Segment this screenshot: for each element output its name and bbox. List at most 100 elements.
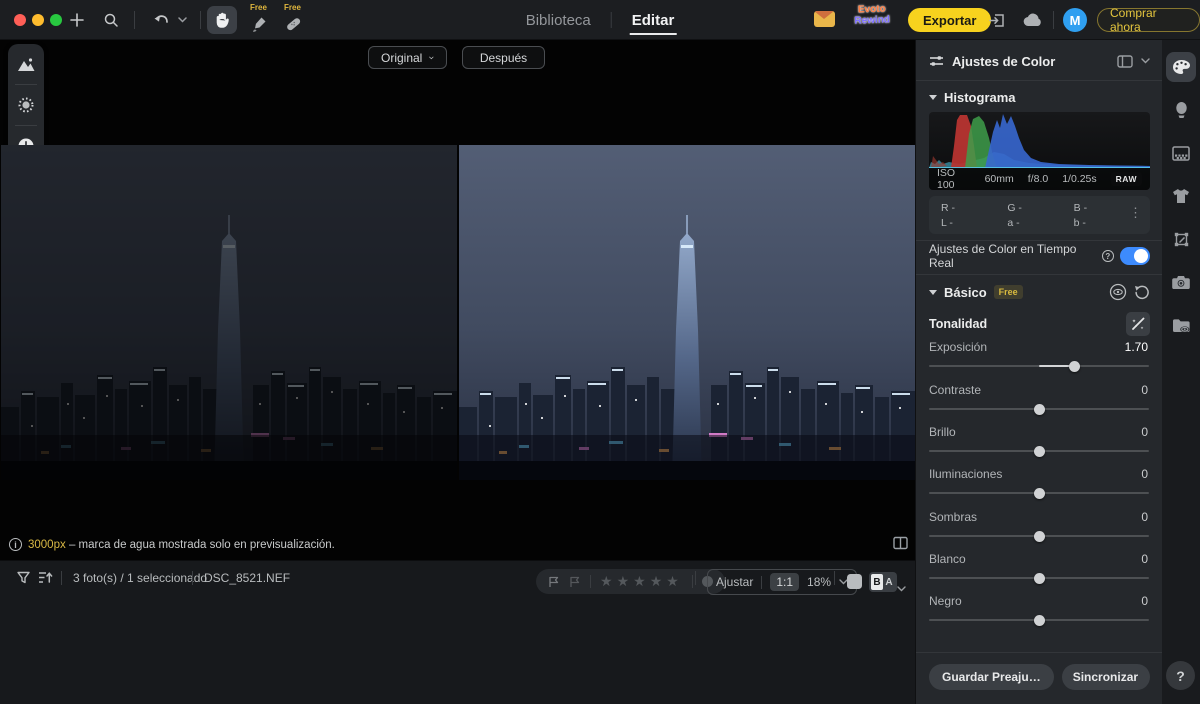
slider-track[interactable]	[929, 361, 1149, 371]
slider-track[interactable]	[929, 531, 1149, 541]
rail-crop-panel[interactable]	[1166, 224, 1196, 254]
collapse-triangle-icon	[929, 95, 937, 100]
filter-button[interactable]	[17, 571, 30, 589]
auto-tone-button[interactable]	[1126, 312, 1150, 336]
rail-portrait-panel[interactable]	[1166, 95, 1196, 125]
slider-track[interactable]	[929, 488, 1149, 498]
healing-tool-button[interactable]	[278, 10, 308, 38]
before-after-toggle[interactable]: B A	[869, 572, 897, 592]
zoom-level[interactable]: 18%	[807, 575, 831, 589]
flag-pick-icon[interactable]	[548, 576, 560, 588]
filmstrip: 3 foto(s) / 1 seleccionado DSC_8521.NEF …	[0, 560, 915, 704]
save-preset-button[interactable]: Guardar Preaju…	[929, 664, 1054, 690]
image-before[interactable]	[1, 145, 457, 480]
rail-clothing-panel[interactable]	[1166, 181, 1196, 211]
brush-icon	[252, 16, 267, 32]
basic-section-header[interactable]: Básico Free	[929, 283, 1150, 301]
panel-layout-icon[interactable]	[1117, 55, 1133, 68]
panel-title: Ajustes de Color	[952, 54, 1109, 69]
user-avatar[interactable]: M	[1063, 8, 1087, 32]
slider-handle[interactable]	[1069, 361, 1080, 372]
slider-track[interactable]	[929, 446, 1149, 456]
star-rating[interactable]: ★★★★★	[600, 573, 683, 590]
slider-handle[interactable]	[1034, 488, 1045, 499]
rating-bar: ★★★★★	[536, 569, 725, 594]
color-adjustments-panel: Ajustes de Color Histograma ISO 100 60mm…	[915, 40, 1162, 704]
canvas-color-swatch[interactable]	[847, 574, 862, 589]
histogram[interactable]: ISO 100 60mm f/8.0 1/0.25s RAW	[929, 112, 1150, 190]
visibility-icon[interactable]	[1109, 283, 1127, 301]
ba-options-chevron[interactable]	[897, 579, 906, 597]
mask-tool[interactable]	[8, 85, 44, 125]
histogram-section-header[interactable]: Histograma	[929, 90, 1150, 105]
slider-handle[interactable]	[1034, 573, 1045, 584]
slider-handle[interactable]	[1034, 446, 1045, 457]
buy-now-button[interactable]: Comprar ahora	[1097, 8, 1200, 32]
hand-tool-button[interactable]	[207, 6, 237, 34]
exif-aperture: f/8.0	[1028, 173, 1048, 185]
before-label: B	[871, 574, 883, 590]
portrait-icon	[1173, 101, 1190, 119]
cloud-sync-button[interactable]	[1018, 6, 1048, 34]
slider-value: 1.70	[1125, 340, 1148, 354]
gear-icon	[1149, 671, 1150, 684]
readout-a: a -	[1007, 217, 1073, 229]
tab-editar[interactable]: Editar	[630, 6, 677, 35]
slider-handle[interactable]	[1034, 404, 1045, 415]
after-button[interactable]: Después	[462, 46, 545, 69]
evoto-rewind-badge[interactable]: Evoto Rewind	[843, 4, 902, 27]
tab-biblioteca[interactable]: Biblioteca	[524, 6, 593, 35]
ratio-button[interactable]: 1:1	[770, 573, 799, 591]
slider-track[interactable]	[929, 615, 1149, 625]
slider-exposicion: Exposición 1.70	[929, 340, 1149, 374]
search-icon	[103, 12, 119, 28]
divider	[916, 240, 1162, 241]
promo-gift-icon[interactable]	[814, 11, 835, 27]
hand-icon	[214, 12, 230, 29]
exif-bar: ISO 100 60mm f/8.0 1/0.25s RAW	[929, 168, 1150, 190]
rail-color-panel[interactable]	[1166, 52, 1196, 82]
watermark-text: – marca de agua mostrada solo en previsu…	[69, 539, 335, 551]
sync-settings-button[interactable]	[1149, 664, 1150, 690]
slider-track[interactable]	[929, 573, 1149, 583]
chevron-down-icon	[178, 17, 187, 23]
after-label: A	[883, 574, 895, 590]
add-photos-button[interactable]	[62, 6, 92, 34]
realtime-toggle[interactable]	[1120, 247, 1150, 265]
slider-handle[interactable]	[1034, 615, 1045, 626]
star-icon: ★	[633, 573, 650, 589]
split-view-button[interactable]	[893, 536, 908, 555]
image-adjust-tool[interactable]	[8, 44, 44, 84]
window-minimize-button[interactable]	[32, 14, 44, 26]
basic-title: Básico	[944, 285, 987, 300]
retouch-brush-tool-button[interactable]	[244, 10, 274, 38]
info-icon[interactable]: ?	[1102, 250, 1114, 262]
export-button[interactable]: Exportar	[908, 8, 991, 32]
rewind-line2: Rewind	[843, 14, 901, 27]
search-button[interactable]	[96, 6, 126, 34]
slider-contraste: Contraste 0	[929, 383, 1149, 417]
slider-handle[interactable]	[1034, 531, 1045, 542]
flag-reject-icon[interactable]	[569, 576, 581, 588]
sync-button[interactable]: Sincronizar	[1062, 664, 1149, 690]
readout-g: G -	[1007, 202, 1073, 214]
slider-track[interactable]	[929, 404, 1149, 414]
help-button[interactable]: ?	[1166, 661, 1195, 690]
toolbar-divider	[200, 11, 201, 29]
rail-background-panel[interactable]	[1166, 138, 1196, 168]
realtime-label: Ajustes de Color en Tiempo Real	[929, 242, 1096, 270]
rail-library-panel[interactable]	[1166, 310, 1196, 340]
palette-icon	[1172, 59, 1191, 75]
window-zoom-button[interactable]	[50, 14, 62, 26]
panel-chevron-icon[interactable]	[1141, 58, 1150, 64]
original-dropdown[interactable]: Original	[368, 46, 447, 69]
more-options-icon[interactable]: ⋮	[1129, 205, 1142, 221]
sort-button[interactable]	[38, 571, 53, 589]
rail-camera-panel[interactable]	[1166, 267, 1196, 297]
undo-history-chevron[interactable]	[172, 6, 192, 34]
reset-icon[interactable]	[1134, 284, 1150, 300]
window-close-button[interactable]	[14, 14, 26, 26]
export-panel-button[interactable]	[982, 6, 1012, 34]
fit-button[interactable]: Ajustar	[716, 575, 753, 589]
image-after[interactable]	[459, 145, 915, 480]
